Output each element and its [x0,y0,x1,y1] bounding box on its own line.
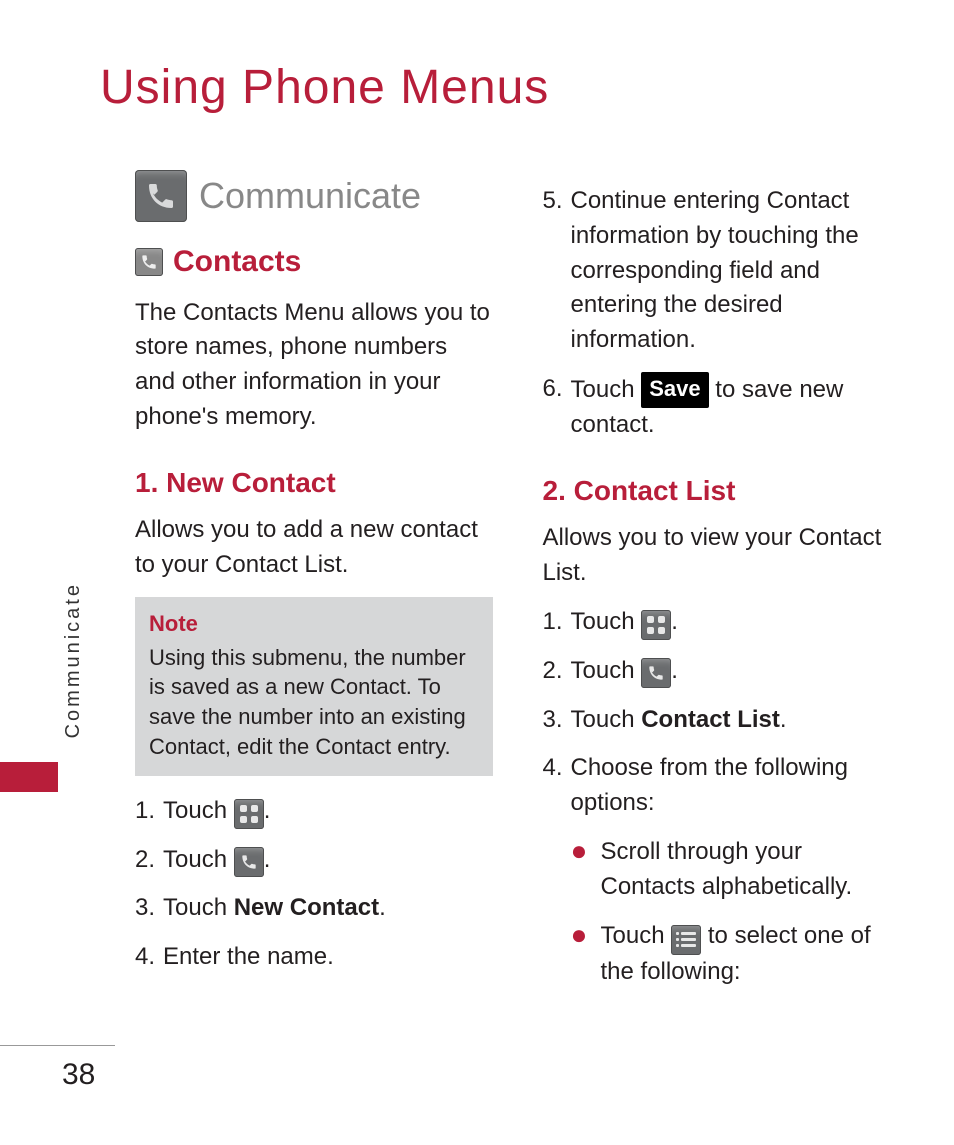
step-text-post: . [671,657,678,684]
phone-icon [641,658,671,688]
step-number: 1. [543,605,571,640]
save-button-label: Save [641,372,708,408]
step-text-post: . [264,797,271,824]
new-contact-intro: Allows you to add a new contact to your … [135,513,493,583]
contacts-heading: Contacts [135,240,493,284]
apps-grid-icon [234,799,264,829]
phone-small-icon [135,248,163,276]
note-body: Using this submenu, the number is saved … [149,643,479,762]
new-contact-heading: 1. New Contact [135,463,493,504]
step-text: Choose from the following options: [571,751,901,821]
cl-step-3: 3. Touch Contact List. [543,703,901,738]
apps-grid-icon [641,610,671,640]
step-number: 4. [543,751,571,821]
step-number: 3. [543,703,571,738]
step-text: Touch [571,376,642,403]
step-text: Touch [571,706,642,733]
step-number: 5. [543,184,571,358]
cl-step-4: 4. Choose from the following options: [543,751,901,821]
step-text-post: . [379,894,386,921]
bullet-scroll: ● Scroll through your Contacts alphabeti… [571,835,901,905]
nc-step-3: 3. Touch New Contact. [135,891,493,926]
contacts-intro: The Contacts Menu allows you to store na… [135,296,493,435]
step-text: Touch [571,608,642,635]
contact-list-heading: 2. Contact List [543,471,901,512]
bullet-icon: ● [571,919,601,990]
side-section-label: Communicate [62,582,85,738]
phone-icon [234,847,264,877]
communicate-label: Communicate [199,170,421,222]
nc-step-5: 5. Continue entering Contact information… [543,184,901,358]
nc-step-1: 1. Touch . [135,794,493,829]
step-number: 1. [135,794,163,829]
page-number: 38 [62,1058,95,1092]
bullet-select: ● Touch to select one of the following: [571,919,901,990]
step-text-post: . [780,706,787,733]
note-title: Note [149,609,479,639]
step-number: 2. [543,654,571,689]
new-contact-menu-label: New Contact [234,894,379,921]
contacts-heading-text: Contacts [173,240,301,284]
cl-step-1: 1. Touch . [543,605,901,640]
communicate-section-title: Communicate [135,170,493,222]
contact-list-intro: Allows you to view your Contact List. [543,521,901,591]
step-text-post: . [264,846,271,873]
cl-step-2: 2. Touch . [543,654,901,689]
page-title: Using Phone Menus [100,60,549,115]
step-text: Touch [163,846,234,873]
step-text: Touch [163,894,234,921]
list-menu-icon [671,925,701,955]
contact-list-menu-label: Contact List [641,706,780,733]
step-number: 2. [135,843,163,878]
bullet-icon: ● [571,835,601,905]
step-number: 6. [543,372,571,443]
note-box: Note Using this submenu, the number is s… [135,597,493,775]
nc-step-2: 2. Touch . [135,843,493,878]
bullet-text: Touch [601,922,672,949]
left-column: Communicate Contacts The Contacts Menu a… [135,170,493,1003]
step-text: Touch [163,797,234,824]
phone-icon [135,170,187,222]
step-number: 3. [135,891,163,926]
step-text: Enter the name. [163,940,493,975]
step-text: Continue entering Contact information by… [571,184,901,358]
side-tab-marker [0,762,58,792]
nc-step-6: 6. Touch Save to save new contact. [543,372,901,443]
step-text-post: . [671,608,678,635]
page-number-rule [0,1045,115,1046]
step-text: Touch [571,657,642,684]
step-number: 4. [135,940,163,975]
right-column: 5. Continue entering Contact information… [543,170,901,1003]
nc-step-4: 4. Enter the name. [135,940,493,975]
bullet-text: Scroll through your Contacts alphabetica… [601,835,901,905]
